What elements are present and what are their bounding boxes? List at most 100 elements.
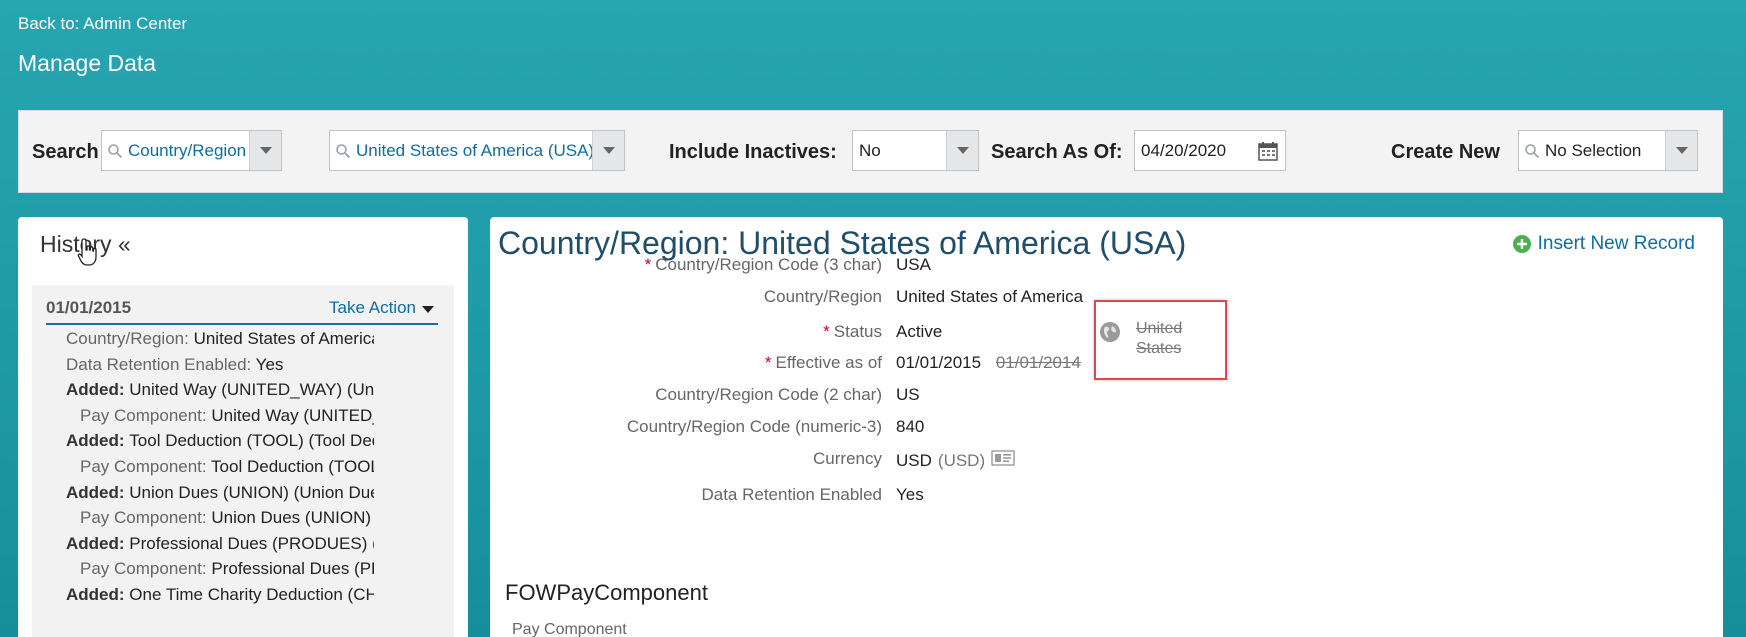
history-item-key: Added xyxy=(66,585,119,604)
history-item-value: Tool Deduction (TOOL) (Tool Dedu... xyxy=(129,431,374,451)
detail-panel: Country/Region: United States of America… xyxy=(490,217,1723,637)
take-action-menu[interactable]: Take Action xyxy=(329,298,434,318)
history-item-key: Added xyxy=(66,431,119,451)
chevron-down-icon[interactable] xyxy=(249,131,281,170)
pay-component-label: Pay Component xyxy=(512,621,627,637)
object-value-combo[interactable]: United States of America (USA) xyxy=(329,130,625,171)
currency-code-paren: (USD) xyxy=(937,450,986,470)
search-bar: Search Country/Region United States of A… xyxy=(18,110,1723,193)
section-title: FOWPayComponent xyxy=(505,580,708,605)
hand-pointer-cursor-icon xyxy=(76,237,100,272)
history-item-separator: : xyxy=(118,533,130,553)
create-new-label: Create New xyxy=(1391,141,1500,163)
country-name-value: United States of America xyxy=(896,287,1084,306)
history-entry-date[interactable]: 01/01/2015 xyxy=(46,298,131,318)
history-item-value: United Way (UNITED_... xyxy=(211,405,374,425)
quickcard-icon[interactable] xyxy=(991,449,1015,472)
history-added-item: Added: One Time Charity Deduction (CHA..… xyxy=(66,585,374,605)
effective-date-current: 01/01/2015 xyxy=(896,353,982,372)
history-item-separator: : xyxy=(118,482,130,502)
search-as-of-value: 04/20/2020 xyxy=(1141,140,1227,160)
history-item-value: Union Dues (UNION) (Union Dues ... xyxy=(129,482,374,502)
include-inactives-select[interactable]: No xyxy=(852,130,979,171)
history-field-item: Country/Region: United States of America… xyxy=(66,329,374,349)
history-item-key: Added xyxy=(66,482,119,502)
history-panel: History « 01/01/2015 Take Action Country… xyxy=(18,217,468,637)
required-marker: * xyxy=(823,322,830,341)
history-item-separator: : xyxy=(201,405,212,425)
back-link[interactable]: Back to: Admin Center xyxy=(18,14,187,34)
chevron-down-icon[interactable] xyxy=(592,131,624,170)
search-icon xyxy=(102,131,128,170)
code3-label: * Country/Region Code (3 char) xyxy=(644,255,882,274)
history-item-value: United States of America... xyxy=(193,329,374,348)
history-item-key: Country/Region xyxy=(66,329,185,348)
history-added-item: Added: Union Dues (UNION) (Union Dues ..… xyxy=(66,483,374,503)
currency-code: USD xyxy=(896,450,932,470)
history-item-separator: : xyxy=(201,559,212,579)
required-marker: * xyxy=(764,353,772,372)
status-value: Active xyxy=(896,322,943,341)
caret-down-icon xyxy=(422,306,434,313)
insert-new-record-label: Insert New Record xyxy=(1537,233,1695,254)
retention-value: Yes xyxy=(896,485,924,504)
history-entry-header: 01/01/2015 Take Action xyxy=(46,295,438,325)
history-item-value: Yes xyxy=(255,354,284,374)
history-added-item: Added: United Way (UNITED_WAY) (Unite... xyxy=(66,380,374,400)
search-icon xyxy=(330,131,356,170)
history-item-key: Added xyxy=(66,533,119,553)
currency-label: Currency xyxy=(813,449,882,468)
effective-as-of-value: 01/01/2015 01/01/2014 xyxy=(896,353,1081,373)
code3-value: USA xyxy=(896,255,931,274)
history-field-item: Pay Component: United Way (UNITED_... xyxy=(80,406,374,426)
history-item-key: Pay Component xyxy=(80,405,202,425)
object-type-value: Country/Region xyxy=(128,140,247,160)
required-marker: * xyxy=(644,255,652,274)
numeric-code-value: 840 xyxy=(896,417,925,436)
history-added-item: Added: Professional Dues (PRODUES) (Pr..… xyxy=(66,534,374,554)
effective-date-previous: 01/01/2014 xyxy=(995,353,1081,372)
history-item-value: Professional Dues (PRODUES) (Pr... xyxy=(129,533,374,553)
code2-label: Country/Region Code (2 char) xyxy=(655,385,882,404)
retention-label: Data Retention Enabled xyxy=(701,485,882,504)
status-label: * Status xyxy=(823,322,882,341)
search-as-of-date-input[interactable]: 04/20/2020 xyxy=(1134,130,1286,171)
history-item-value: One Time Charity Deduction (CHA... xyxy=(129,585,374,604)
code2-value: US xyxy=(896,385,920,404)
create-new-combo[interactable]: No Selection xyxy=(1518,130,1698,171)
history-item-value: Tool Deduction (TOOL) xyxy=(211,457,374,476)
search-label: Search xyxy=(32,141,99,163)
search-as-of-label: Search As Of: xyxy=(991,141,1123,163)
chevron-down-icon[interactable] xyxy=(946,131,978,170)
history-item-separator: : xyxy=(118,431,130,451)
add-circle-icon xyxy=(1512,235,1531,253)
currency-value: USD (USD) xyxy=(896,449,1015,472)
history-item-separator: : xyxy=(184,329,194,348)
history-item-separator: : xyxy=(246,354,256,374)
chevron-down-icon[interactable] xyxy=(1665,131,1697,170)
history-item-value: Union Dues (UNION) xyxy=(211,508,372,528)
page-title: Manage Data xyxy=(18,50,157,76)
history-list: 01/01/2015 Take Action Country/Region: U… xyxy=(32,285,454,637)
history-item-key: Data Retention Enabled xyxy=(66,354,247,374)
insert-new-record-link[interactable]: Insert New Record xyxy=(1512,233,1695,255)
include-inactives-label: Include Inactives: xyxy=(669,141,837,163)
history-item-key: Pay Component xyxy=(80,559,202,579)
search-icon xyxy=(1519,131,1545,170)
history-item-separator: : xyxy=(201,508,212,528)
history-field-item: Data Retention Enabled: Yes xyxy=(66,355,374,375)
history-item-separator: : xyxy=(118,380,130,400)
numeric-code-label: Country/Region Code (numeric-3) xyxy=(626,417,882,436)
history-item-separator: : xyxy=(118,585,130,604)
history-item-key: Pay Component xyxy=(80,508,202,528)
history-item-value: Professional Dues (PR... xyxy=(211,559,374,579)
history-field-item: Pay Component: Tool Deduction (TOOL) xyxy=(80,457,374,477)
object-value-value: United States of America (USA) xyxy=(356,140,592,160)
object-type-combo[interactable]: Country/Region xyxy=(101,130,282,171)
take-action-label: Take Action xyxy=(329,298,416,317)
history-added-item: Added: Tool Deduction (TOOL) (Tool Dedu.… xyxy=(66,431,374,451)
calendar-icon[interactable] xyxy=(1251,140,1285,162)
create-new-value: No Selection xyxy=(1545,140,1642,160)
history-item-separator: : xyxy=(201,457,212,476)
country-name-previous-value: United States xyxy=(1136,320,1183,357)
